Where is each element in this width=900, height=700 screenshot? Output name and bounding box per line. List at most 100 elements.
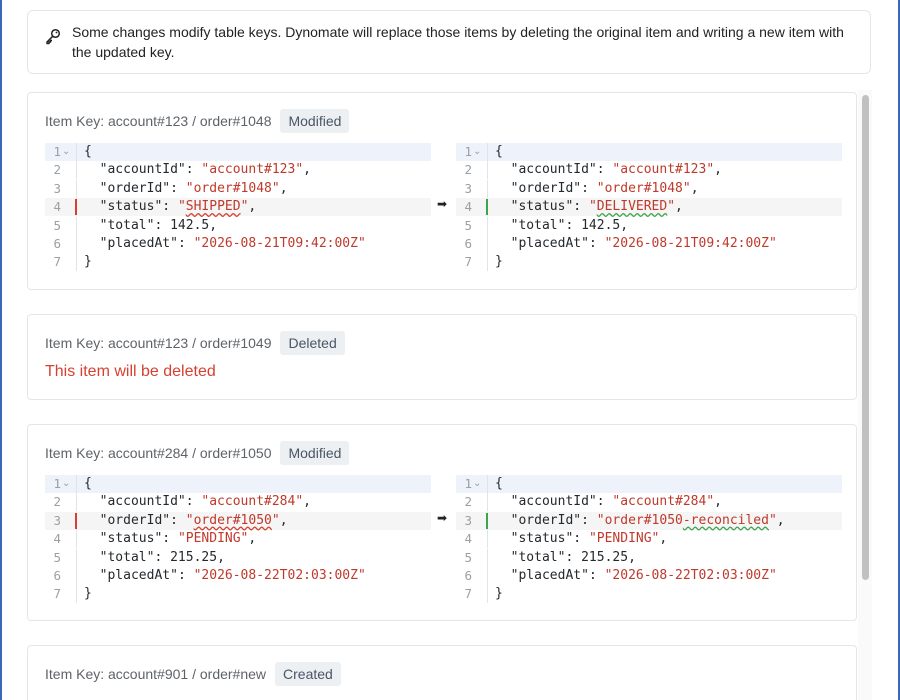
status-badge: Deleted — [280, 331, 345, 355]
fold-chevron-icon[interactable]: ⌄ — [62, 143, 70, 161]
code-text: "accountId": "account#284", — [99, 494, 311, 510]
added-marker — [486, 512, 488, 529]
key-icon — [46, 28, 61, 45]
line-number: 5 — [464, 217, 472, 233]
line-number: 5 — [464, 549, 472, 565]
code-text: { — [495, 143, 503, 161]
line-number: 1 — [53, 144, 61, 159]
line-number: 6 — [53, 236, 61, 251]
code-text: "placedAt": "2026-08-22T02:03:00Z" — [99, 568, 366, 583]
line-number: 6 — [464, 236, 472, 251]
removed-marker — [75, 199, 77, 216]
code-line: 4 "status": "PENDING", — [45, 530, 431, 549]
json-key: "status" — [510, 199, 574, 215]
line-number: 3 — [53, 512, 61, 528]
json-comma: , — [217, 549, 225, 565]
fold-chevron-icon[interactable]: ⌄ — [473, 475, 481, 493]
code-line: 6 "placedAt": "2026-08-22T02:03:00Z" — [45, 567, 431, 585]
code-text: "status": "PENDING", — [510, 531, 668, 547]
original-json-pane: 1 ⌄{2 "accountId": "account#284", 3 "order… — [45, 475, 431, 605]
updated-json-pane: 1 ⌄{2 "accountId": "account#284", 3 "order… — [456, 475, 842, 605]
code-text: "total": 215.25, — [510, 549, 636, 565]
code-line: 6 "placedAt": "2026-08-22T02:03:00Z" — [456, 567, 842, 585]
json-key: "placedAt" — [99, 568, 178, 583]
json-string: "order#1050 — [596, 512, 683, 528]
json-key: "accountId" — [99, 494, 186, 510]
gutter-divider — [76, 161, 77, 180]
code-line: 3 "orderId": "order#1048", — [456, 179, 842, 198]
json-key: "accountId" — [510, 162, 597, 178]
code-text: "accountId": "account#123", — [510, 162, 722, 178]
json-string: "account#284" — [201, 494, 304, 510]
code-text: "status": "DELIVERED", — [510, 199, 683, 215]
fold-chevron-icon[interactable]: ⌄ — [473, 143, 481, 161]
item-header: Item Key: account#123 / order#1049 Delet… — [45, 331, 345, 355]
gutter-divider — [487, 253, 488, 272]
json-key: "total" — [99, 549, 155, 565]
json-string: "order#1048" — [596, 180, 691, 196]
json-string: "order#1048" — [185, 180, 280, 196]
code-text: "total": 142.5, — [510, 217, 629, 233]
line-number: 7 — [53, 586, 61, 602]
code-line: 3 "orderId": "order#1050-reconciled", — [456, 511, 842, 530]
gutter-divider — [487, 235, 488, 253]
line-number: 4 — [53, 199, 61, 215]
code-line: 6 "placedAt": "2026-08-21T09:42:00Z" — [456, 235, 842, 253]
code-line: 6 "placedAt": "2026-08-21T09:42:00Z" — [45, 235, 431, 253]
json-brace: } — [495, 586, 503, 602]
json-key: "orderId" — [99, 180, 171, 196]
line-number: 2 — [464, 162, 472, 178]
json-key: "orderId" — [510, 180, 582, 196]
item-card: Item Key: account#123 / order#1049 Delet… — [27, 314, 857, 400]
json-brace: { — [495, 476, 503, 491]
line-number: 5 — [53, 217, 61, 233]
code-line: 2 "accountId": "account#284", — [456, 493, 842, 512]
scrollbar-thumb[interactable] — [862, 95, 869, 580]
gutter-divider — [487, 585, 488, 604]
updated-json-pane: 1 ⌄ {2 "accountId": "account#123", 3 "order… — [456, 143, 842, 273]
gutter-divider — [487, 161, 488, 180]
gutter-divider — [487, 143, 488, 161]
item-key-label: Item Key: account#123 / order#1048 — [45, 113, 272, 129]
gutter-divider — [76, 548, 77, 567]
json-number: 215.25 — [581, 549, 629, 565]
code-text: } — [84, 585, 92, 603]
code-text: "accountId": "account#123", — [99, 162, 311, 178]
json-key: "placedAt" — [510, 568, 589, 583]
json-comma: , — [690, 180, 699, 196]
line-number: 1 — [464, 144, 472, 159]
json-comma: , — [279, 180, 288, 196]
item-header: Item Key: account#901 / order#new Create… — [45, 662, 341, 686]
json-string: "order#1050" — [185, 512, 280, 528]
line-number: 5 — [53, 549, 61, 565]
json-comma: , — [279, 512, 288, 528]
json-key: "status" — [510, 531, 574, 547]
gutter-divider — [487, 493, 488, 512]
json-number: 142.5 — [581, 217, 621, 233]
changed-fragment: -reconciled — [682, 512, 769, 528]
json-string: "account#284" — [612, 494, 715, 510]
line-number: 7 — [464, 254, 472, 270]
json-string: "PENDING" — [177, 531, 249, 547]
gutter-divider — [76, 179, 77, 198]
line-number: 3 — [464, 512, 472, 528]
line-number: 4 — [464, 531, 472, 547]
fold-chevron-icon[interactable]: ⌄ — [62, 475, 70, 493]
code-text: "total": 142.5, — [99, 217, 218, 233]
code-line: 7} — [456, 585, 842, 604]
json-string: "PENDING" — [588, 531, 660, 547]
gutter-divider — [76, 216, 77, 235]
gutter-divider — [76, 253, 77, 272]
json-comma: , — [620, 217, 629, 233]
code-line: 3 "orderId": "order#1050", — [45, 511, 431, 530]
json-brace: } — [84, 254, 92, 270]
code-text: "orderId": "order#1050-reconciled", — [510, 512, 785, 528]
code-text: "orderId": "order#1048", — [99, 180, 288, 196]
line-number: 4 — [464, 199, 472, 215]
code-line: 2 "accountId": "account#123", — [456, 161, 842, 180]
item-key-label: Item Key: account#901 / order#new — [45, 666, 267, 682]
json-key: "total" — [510, 217, 566, 233]
json-brace: } — [495, 254, 503, 270]
json-key: "total" — [99, 217, 155, 233]
json-brace: { — [495, 144, 503, 159]
